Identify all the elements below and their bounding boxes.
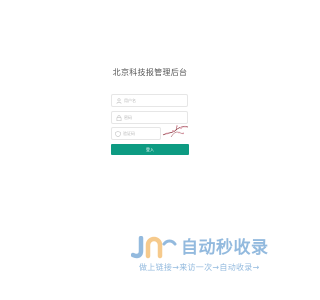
watermark-logo: 自动秒收录 做上链接→来访一次→自动收录→: [131, 236, 281, 274]
username-field[interactable]: [111, 94, 188, 107]
captcha-field[interactable]: [111, 127, 173, 140]
watermark-slogan: 做上链接→来访一次→自动收录→: [139, 263, 260, 272]
lock-icon: [115, 114, 122, 121]
captcha-image[interactable]: [162, 123, 189, 139]
password-input[interactable]: [124, 112, 174, 123]
page-title: 北京科技报管理后台: [112, 68, 188, 77]
user-icon: [115, 97, 122, 104]
username-input[interactable]: [124, 95, 174, 106]
shield-icon: [115, 130, 121, 137]
watermark-mark-icon: [131, 236, 177, 259]
login-page: 北京科技报管理后台 用户名 验证码 登入 自动秒收录 做上链接→来访一次→自动收…: [0, 0, 300, 300]
login-button[interactable]: 登入: [111, 144, 189, 155]
watermark-name: 自动秒收录: [181, 238, 269, 258]
